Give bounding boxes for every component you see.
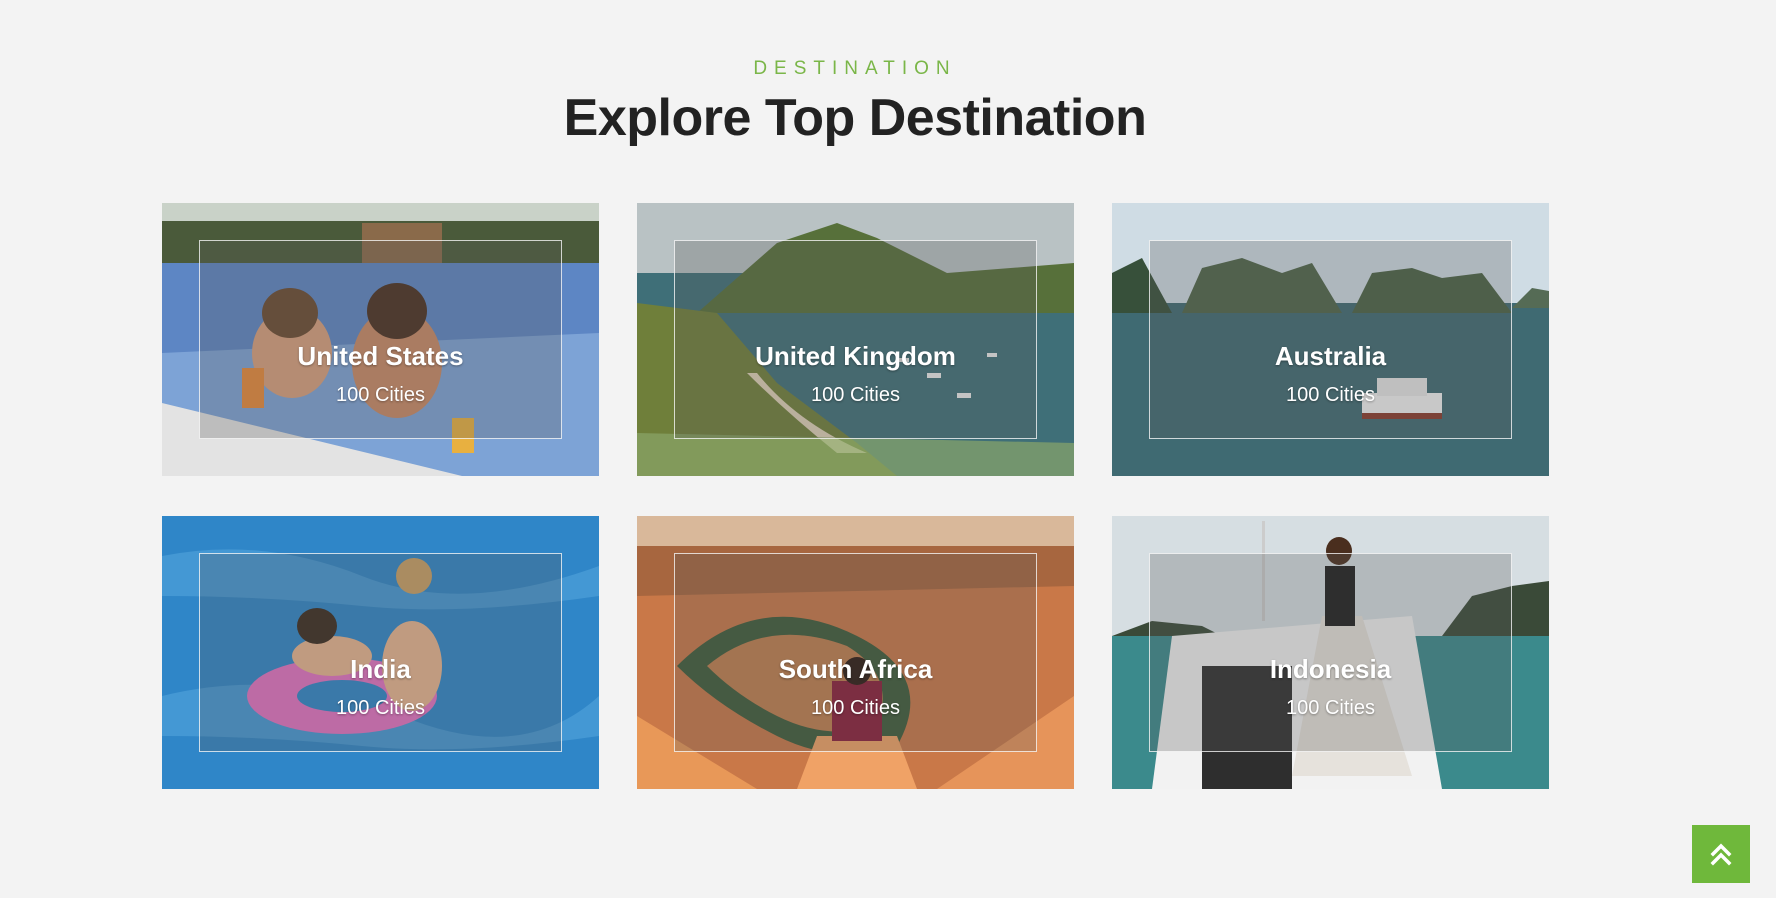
card-overlay-frame: Indonesia 100 Cities <box>1149 553 1512 752</box>
destination-section: DESTINATION Explore Top Destination Unit… <box>0 0 1776 898</box>
destination-card-india[interactable]: India 100 Cities <box>162 516 599 789</box>
destination-grid: United States 100 Cities United Kingdom … <box>162 203 1549 789</box>
destination-name: South Africa <box>778 654 933 684</box>
destination-card-united-kingdom[interactable]: United Kingdom 100 Cities <box>637 203 1074 476</box>
card-overlay-frame: United States 100 Cities <box>199 240 562 439</box>
destination-name: Australia <box>1274 341 1387 371</box>
destination-name: United States <box>297 341 464 371</box>
destination-cities: 100 Cities <box>336 697 425 719</box>
destination-cities: 100 Cities <box>811 697 900 719</box>
card-overlay-frame: Australia 100 Cities <box>1149 240 1512 439</box>
destination-name: United Kingdom <box>755 341 956 371</box>
destination-card-indonesia[interactable]: Indonesia 100 Cities <box>1112 516 1549 789</box>
section-eyebrow: DESTINATION <box>753 58 957 79</box>
destination-cities: 100 Cities <box>811 384 900 406</box>
scroll-to-top-button[interactable] <box>1692 825 1750 883</box>
destination-name: India <box>350 654 411 684</box>
section-title: Explore Top Destination <box>563 89 1147 147</box>
destination-card-australia[interactable]: Australia 100 Cities <box>1112 203 1549 476</box>
card-overlay-frame: United Kingdom 100 Cities <box>674 240 1037 439</box>
destination-card-united-states[interactable]: United States 100 Cities <box>162 203 599 476</box>
card-overlay-frame: South Africa 100 Cities <box>674 553 1037 752</box>
destination-cities: 100 Cities <box>336 384 425 406</box>
destination-card-south-africa[interactable]: South Africa 100 Cities <box>637 516 1074 789</box>
destination-name: Indonesia <box>1269 654 1392 684</box>
destination-cities: 100 Cities <box>1286 697 1375 719</box>
double-chevron-up-icon <box>1710 843 1732 866</box>
destination-cities: 100 Cities <box>1286 384 1375 406</box>
card-overlay-frame: India 100 Cities <box>199 553 562 752</box>
